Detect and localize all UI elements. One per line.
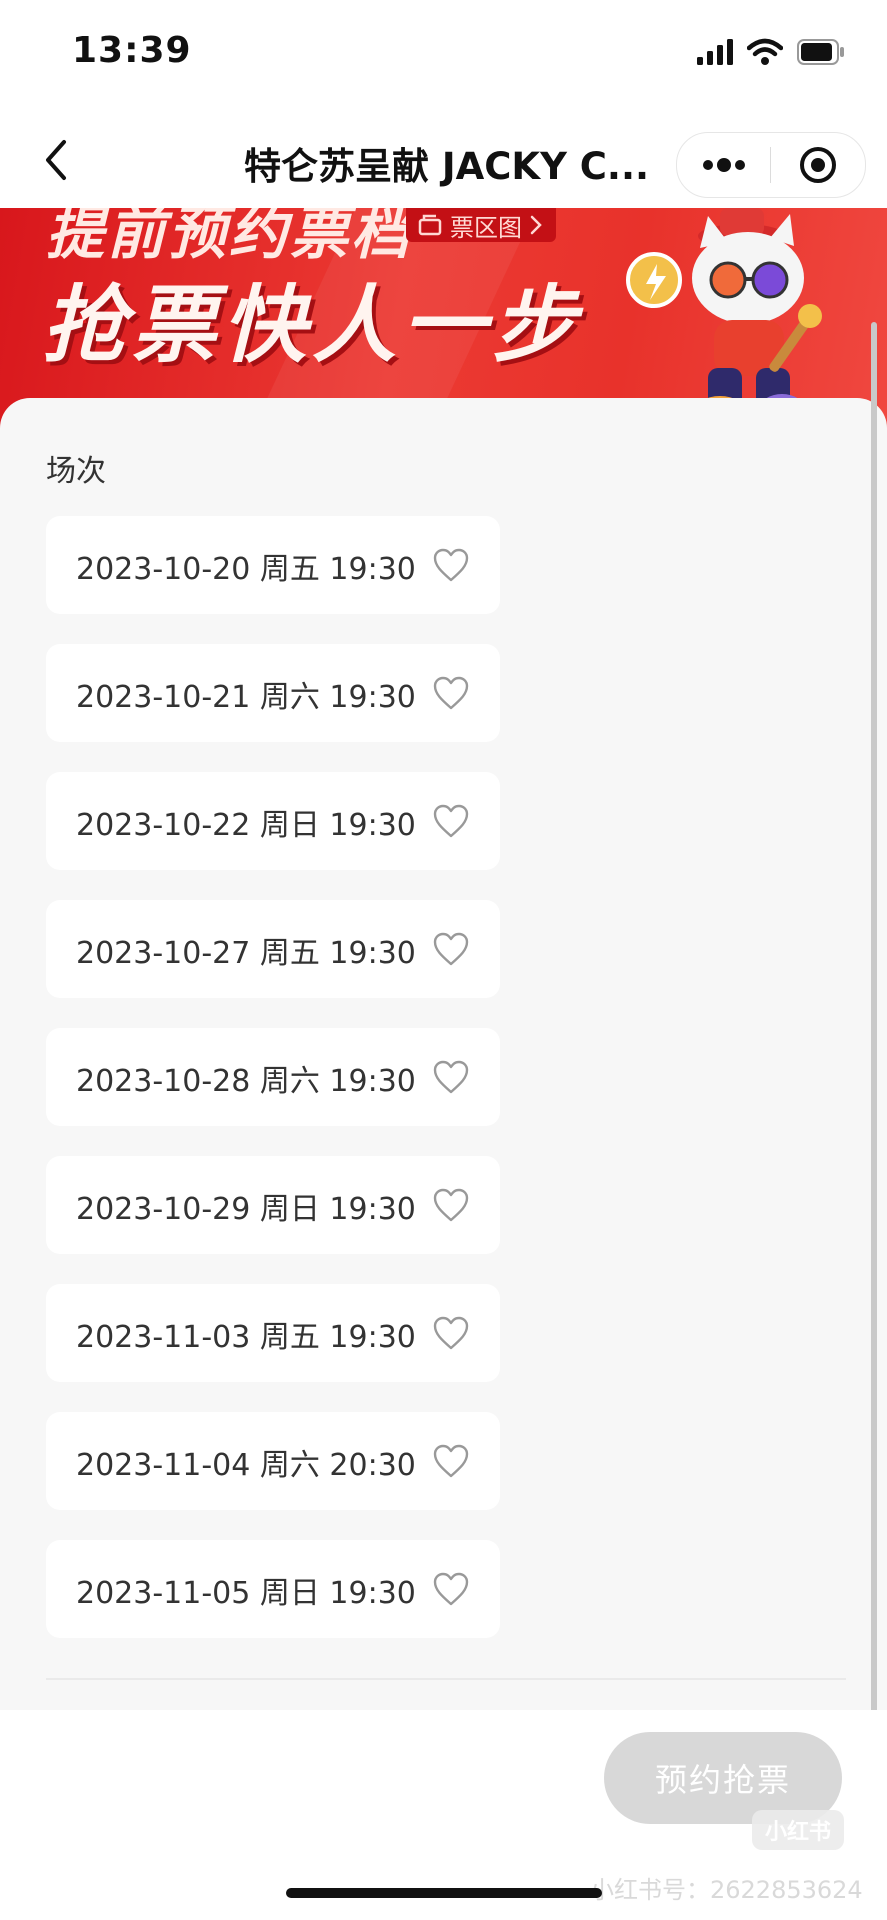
session-option[interactable]: 2023-10-20 周五 19:30 <box>46 516 500 614</box>
session-option[interactable]: 2023-11-05 周日 19:30 <box>46 1540 500 1638</box>
session-option[interactable]: 2023-10-27 周五 19:30 <box>46 900 500 998</box>
session-datetime: 2023-10-29 周日 19:30 <box>76 1192 416 1227</box>
session-option[interactable]: 2023-10-29 周日 19:30 <box>46 1156 500 1254</box>
status-icons <box>697 38 845 70</box>
close-mini-program-button[interactable] <box>771 133 864 197</box>
session-datetime: 2023-10-22 周日 19:30 <box>76 808 416 843</box>
session-datetime: 2023-10-27 周五 19:30 <box>76 936 416 971</box>
divider <box>46 1678 846 1680</box>
heart-icon[interactable] <box>432 1315 470 1351</box>
session-option[interactable]: 2023-10-22 周日 19:30 <box>46 772 500 870</box>
scrollbar[interactable] <box>871 322 877 1802</box>
heart-icon[interactable] <box>432 1187 470 1223</box>
session-datetime: 2023-11-04 周六 20:30 <box>76 1448 416 1483</box>
heart-icon[interactable] <box>432 1571 470 1607</box>
session-datetime: 2023-10-28 周六 19:30 <box>76 1064 416 1099</box>
page-title: 特仑苏呈献 JACKY C... <box>244 145 650 188</box>
section-label-sessions: 场次 <box>46 454 106 489</box>
back-button[interactable] <box>30 134 82 186</box>
mini-program-capsule <box>676 132 866 198</box>
heart-icon[interactable] <box>432 803 470 839</box>
nav-bar: 特仑苏呈献 JACKY C... <box>0 112 887 208</box>
heart-icon[interactable] <box>432 1059 470 1095</box>
home-indicator[interactable] <box>286 1888 602 1898</box>
map-icon <box>418 214 442 236</box>
session-option[interactable]: 2023-11-04 周六 20:30 <box>46 1412 500 1510</box>
seat-map-label: 票区图 <box>450 213 522 242</box>
record-circle-icon <box>799 147 836 183</box>
heart-icon[interactable] <box>432 1443 470 1479</box>
watermark-text: 小红书号：2622853624 <box>590 1876 863 1904</box>
status-time: 13:39 <box>72 30 192 71</box>
battery-icon <box>797 39 845 69</box>
heart-icon[interactable] <box>432 547 470 583</box>
wifi-icon <box>746 38 784 70</box>
session-option[interactable]: 2023-11-03 周五 19:30 <box>46 1284 500 1382</box>
session-option[interactable]: 2023-10-28 周六 19:30 <box>46 1028 500 1126</box>
session-datetime: 2023-11-05 周日 19:30 <box>76 1576 416 1611</box>
watermark-badge: 小红书 <box>752 1810 844 1850</box>
signal-icon <box>697 39 733 69</box>
session-datetime: 2023-10-21 周六 19:30 <box>76 680 416 715</box>
more-dots-icon <box>702 158 745 172</box>
session-option[interactable]: 2023-10-21 周六 19:30 <box>46 644 500 742</box>
session-panel: 场次 2023-10-20 周五 19:30 2023-10-21 周六 19:… <box>0 398 887 1710</box>
heart-icon[interactable] <box>432 931 470 967</box>
session-datetime: 2023-10-20 周五 19:30 <box>76 552 416 587</box>
chevron-right-icon <box>530 215 542 235</box>
banner-headline: 抢票快人一步 <box>42 276 583 374</box>
more-menu-button[interactable] <box>677 133 770 197</box>
chevron-left-icon <box>46 140 66 180</box>
status-bar: 13:39 <box>0 0 887 112</box>
seat-map-button[interactable]: 票区图 <box>406 208 556 242</box>
session-datetime: 2023-11-03 周五 19:30 <box>76 1320 416 1355</box>
heart-icon[interactable] <box>432 675 470 711</box>
